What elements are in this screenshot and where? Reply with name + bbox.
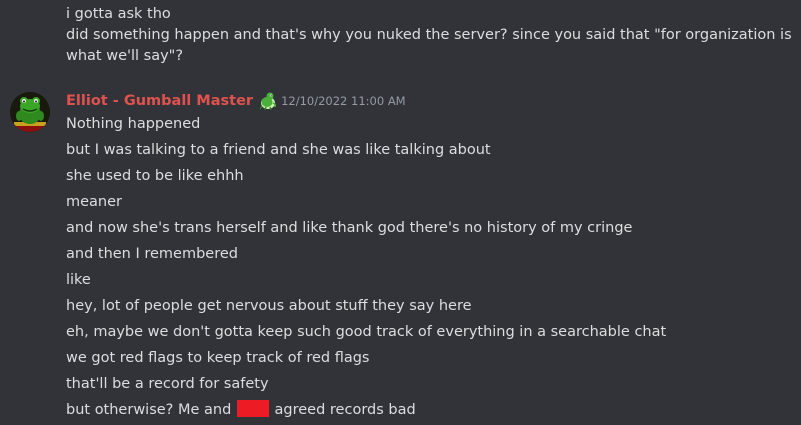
message-header: Elliot - Gumball Master 12/10/2022 11:00…	[66, 90, 406, 112]
message-text-before-redaction: but otherwise? Me and	[66, 402, 236, 418]
message-line: hey, lot of people get nervous about stu…	[66, 298, 472, 314]
message-line: like	[66, 272, 91, 288]
username[interactable]: Elliot - Gumball Master	[66, 93, 253, 109]
message-line: and then I remembered	[66, 246, 238, 262]
timestamp[interactable]: 12/10/2022 11:00 AM	[281, 94, 406, 108]
message-line: that'll be a record for safety	[66, 376, 269, 392]
message-line: meaner	[66, 194, 123, 210]
message-text-after-redaction: agreed records bad	[269, 402, 416, 418]
message-line-last: but otherwise? Me and agreed records bad	[66, 397, 666, 423]
message-line: she used to be like ehhh	[66, 168, 244, 184]
message-line: did something happen and that's why you …	[66, 27, 792, 64]
message-line: Nothing happened	[66, 116, 201, 132]
message-line: but I was talking to a friend and she wa…	[66, 142, 491, 158]
message-line: we got red flags to keep track of red fl…	[66, 350, 370, 366]
avatar[interactable]	[10, 92, 50, 132]
green-dinosaur-icon[interactable]	[258, 91, 278, 111]
frog-avatar-icon	[10, 92, 50, 132]
chat-messages: i gotta ask tho did something happen and…	[0, 0, 801, 425]
redaction-box	[236, 400, 269, 417]
message-line: i gotta ask tho	[66, 6, 171, 22]
message-line: and now she's trans herself and like tha…	[66, 220, 633, 236]
previous-message-continuation: i gotta ask tho did something happen and…	[66, 4, 796, 67]
message-body: Nothing happened but I was talking to a …	[66, 111, 666, 423]
message-line: eh, maybe we don't gotta keep such good …	[66, 324, 667, 340]
